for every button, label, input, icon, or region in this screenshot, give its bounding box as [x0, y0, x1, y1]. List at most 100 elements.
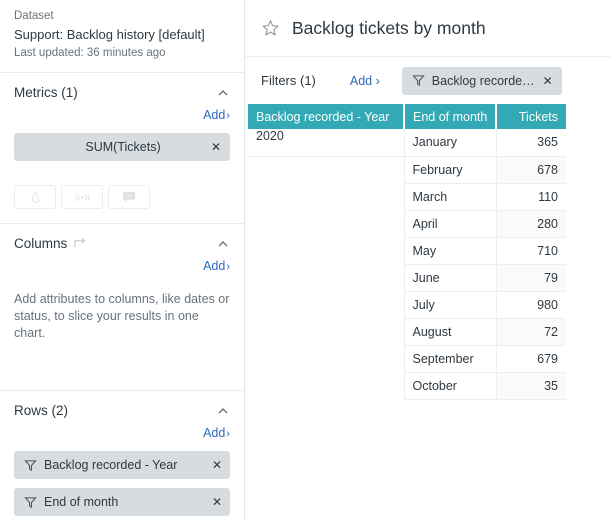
- table-header-row: Backlog recorded - Year End of month Tic…: [248, 104, 566, 129]
- dataset-label: Dataset: [14, 10, 54, 22]
- cell-tickets: 110: [496, 183, 566, 211]
- filter-chip-remove-icon[interactable]: ✕: [543, 75, 553, 87]
- cell-month: February: [404, 156, 497, 184]
- cell-tickets: 35: [496, 372, 566, 400]
- rows-title: Rows (2): [14, 403, 69, 418]
- table-row: March 110: [248, 183, 566, 211]
- cell-month: October: [404, 372, 497, 400]
- row-chip-label: End of month: [44, 495, 119, 509]
- comment-icon-button[interactable]: [108, 185, 150, 209]
- cell-month: June: [404, 264, 497, 292]
- pivot-table-head: Backlog recorded - Year End of month Tic…: [248, 104, 566, 129]
- columns-add-row: Add›: [14, 257, 230, 275]
- columns-add-link[interactable]: Add›: [203, 259, 230, 273]
- app-root: Dataset Support: Backlog history [defaul…: [0, 0, 611, 521]
- column-header-tickets[interactable]: Tickets: [496, 104, 566, 129]
- row-chip-label: Backlog recorded - Year: [44, 458, 178, 472]
- page-title: Backlog tickets by month: [292, 17, 486, 38]
- pivot-table-container: Backlog recorded - Year End of month Tic…: [245, 104, 611, 521]
- cell-tickets: 679: [496, 345, 566, 373]
- table-row: June 79: [248, 264, 566, 292]
- metric-chip-label: SUM(Tickets): [85, 140, 161, 154]
- cell-tickets: 980: [496, 291, 566, 319]
- table-row: October 35: [248, 372, 566, 400]
- row-chip-remove-icon[interactable]: ✕: [212, 459, 222, 471]
- metric-icon-row: [14, 185, 230, 209]
- columns-hint-text: Add attributes to columns, like dates or…: [14, 292, 230, 340]
- pivot-table: Backlog recorded - Year End of month Tic…: [248, 104, 566, 400]
- cell-month: January: [404, 129, 497, 157]
- cell-year: [248, 156, 405, 183]
- chevron-up-icon-rows[interactable]: [216, 404, 230, 418]
- main-header: Backlog tickets by month: [245, 0, 611, 57]
- cell-year: [248, 318, 405, 345]
- metrics-title: Metrics (1): [14, 85, 78, 100]
- dataset-block: Dataset Support: Backlog history [defaul…: [0, 0, 244, 73]
- cell-year: [248, 291, 405, 318]
- metrics-header: Metrics (1): [14, 85, 230, 100]
- cell-tickets: 710: [496, 237, 566, 265]
- columns-title: Columns: [14, 236, 68, 251]
- star-icon[interactable]: [261, 19, 280, 38]
- metric-chip-remove-icon[interactable]: ✕: [211, 141, 221, 153]
- metrics-add-row: Add›: [14, 106, 230, 124]
- cell-month: September: [404, 345, 497, 373]
- cell-year: [248, 183, 405, 210]
- main-panel: Backlog tickets by month Filters (1) Add…: [245, 0, 611, 521]
- cell-year: [248, 210, 405, 237]
- cell-tickets: 72: [496, 318, 566, 346]
- filter-chip-backlog-recorded[interactable]: Backlog recorde… ✕: [401, 66, 562, 95]
- columns-add-label: Add: [203, 259, 226, 273]
- table-row: August 72: [248, 318, 566, 346]
- cell-month: April: [404, 210, 497, 238]
- column-header-year[interactable]: Backlog recorded - Year: [248, 104, 405, 129]
- row-chip-remove-icon[interactable]: ✕: [212, 496, 222, 508]
- filter-bar: Filters (1) Add › Backlog recorde… ✕: [245, 57, 611, 104]
- cell-year: 2020: [248, 129, 405, 157]
- droplet-icon-button[interactable]: [14, 185, 56, 209]
- chevron-up-icon-columns[interactable]: [216, 237, 230, 251]
- rows-add-link[interactable]: Add›: [203, 426, 230, 440]
- cell-year: [248, 237, 405, 264]
- cell-month: July: [404, 291, 497, 319]
- dataset-last-updated: Last updated: 36 minutes ago: [14, 47, 166, 59]
- cell-month: May: [404, 237, 497, 265]
- table-row: April 280: [248, 210, 566, 238]
- row-chip-backlog-recorded-year[interactable]: Backlog recorded - Year ✕: [14, 451, 230, 479]
- funnel-icon: [412, 74, 425, 87]
- row-chip-end-of-month[interactable]: End of month ✕: [14, 488, 230, 516]
- dataset-name[interactable]: Support: Backlog history [default]: [14, 26, 230, 44]
- filter-chip-label: Backlog recorde…: [431, 73, 535, 88]
- metrics-add-link[interactable]: Add›: [203, 108, 230, 122]
- columns-title-wrap: Columns: [14, 236, 88, 251]
- section-rows: Rows (2) Add› Backlog recorded - Year ✕: [0, 391, 244, 521]
- rows-add-caret: ›: [226, 428, 230, 440]
- table-row: May 710: [248, 237, 566, 265]
- rows-add-row: Add›: [14, 424, 230, 442]
- rows-header: Rows (2): [14, 403, 230, 418]
- swap-rows-columns-icon[interactable]: [73, 237, 88, 251]
- pivot-table-body: 2020 January 365 February 678 March 110 April 28…: [248, 129, 566, 400]
- cell-year: [248, 345, 405, 372]
- cell-year: [248, 372, 405, 399]
- filters-add-link[interactable]: Add ›: [350, 74, 380, 88]
- columns-header: Columns: [14, 236, 230, 251]
- cell-tickets: 79: [496, 264, 566, 292]
- broadcast-icon-button[interactable]: [61, 185, 103, 209]
- cell-month: March: [404, 183, 497, 211]
- filters-label: Filters (1): [261, 73, 316, 88]
- funnel-icon: [24, 459, 37, 472]
- cell-tickets: 678: [496, 156, 566, 184]
- columns-add-caret: ›: [226, 261, 230, 273]
- column-header-month[interactable]: End of month: [404, 104, 497, 129]
- section-metrics: Metrics (1) Add› SUM(Tickets) ✕: [0, 73, 244, 224]
- table-row: July 980: [248, 291, 566, 319]
- cell-tickets: 365: [496, 129, 566, 157]
- table-row: 2020 January 365: [248, 129, 566, 157]
- section-columns: Columns Add› Add attributes to columns, …: [0, 224, 244, 391]
- chevron-up-icon-metrics[interactable]: [216, 86, 230, 100]
- metric-chip-sum-tickets[interactable]: SUM(Tickets) ✕: [14, 133, 230, 161]
- metrics-add-label: Add: [203, 108, 226, 122]
- rows-add-label: Add: [203, 426, 226, 440]
- table-row: September 679: [248, 345, 566, 373]
